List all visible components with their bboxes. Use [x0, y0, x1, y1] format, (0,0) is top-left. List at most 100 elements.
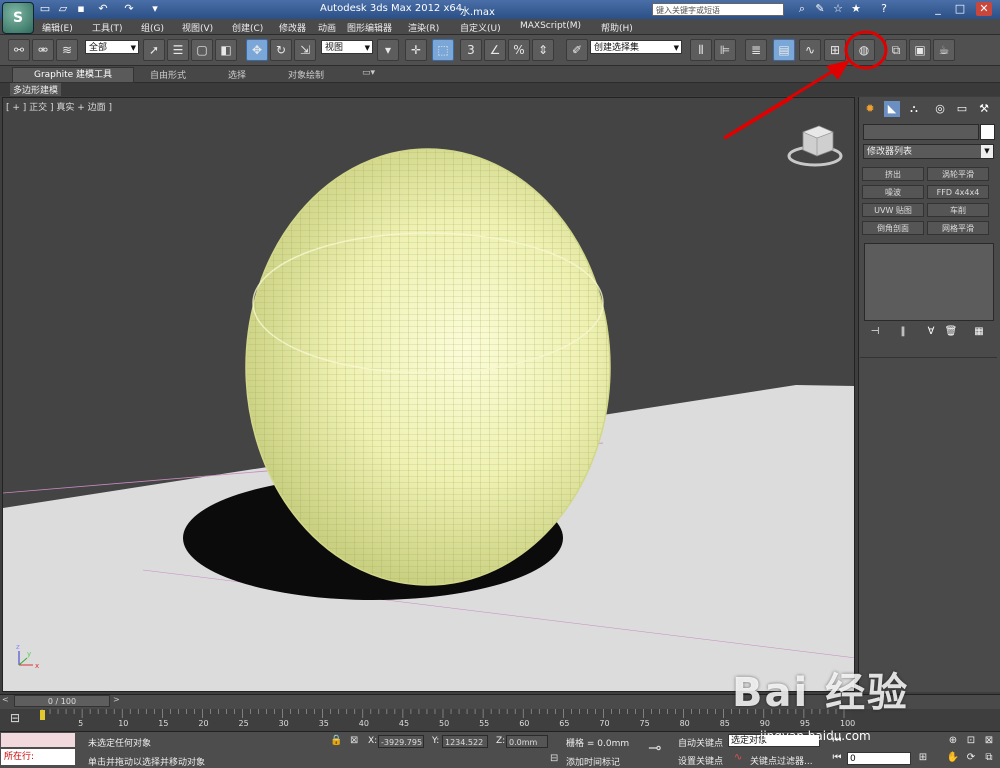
undo-icon[interactable]: ↶	[96, 2, 110, 16]
maximize-icon[interactable]: □	[952, 2, 968, 16]
help-icon[interactable]: ?	[876, 2, 892, 16]
render-production-icon[interactable]: ☕	[933, 39, 955, 61]
percent-snap-icon[interactable]: %	[508, 39, 530, 61]
ribbon-options-icon[interactable]: ▭▾	[362, 68, 375, 78]
close-icon[interactable]: ✕	[976, 2, 992, 16]
menu-group[interactable]: 组(G)	[141, 21, 164, 34]
maximize-viewport-icon[interactable]: ⧉	[982, 751, 996, 765]
pan-icon[interactable]: ✋	[946, 751, 960, 765]
select-by-name-icon[interactable]: ☰	[167, 39, 189, 61]
remove-modifier-icon[interactable]: 🗑	[944, 325, 958, 339]
link-icon[interactable]: ⚯	[8, 39, 30, 61]
utilities-tab-icon[interactable]: ⚒	[976, 101, 992, 117]
named-selection-dropdown[interactable]: 创建选择集 ▼	[590, 40, 682, 54]
edit-named-selection-icon[interactable]: ✐	[566, 39, 588, 61]
tab-selection[interactable]: 选择	[228, 68, 246, 81]
open-file-icon[interactable]: ▱	[56, 2, 70, 16]
rendered-frame-window-icon[interactable]: ▣	[909, 39, 931, 61]
show-end-result-icon[interactable]: ‖	[896, 325, 910, 339]
select-scale-icon[interactable]: ⇲	[294, 39, 316, 61]
menu-animation[interactable]: 动画	[318, 21, 336, 34]
minimize-icon[interactable]: _	[930, 2, 946, 16]
star-icon[interactable]: ☆	[830, 2, 846, 16]
spinner-snap-icon[interactable]: ⇕	[532, 39, 554, 61]
time-slider[interactable]: 0 / 100	[14, 695, 110, 707]
modifier-button-noise[interactable]: 噪波	[862, 185, 924, 199]
unlink-icon[interactable]: ⚮	[32, 39, 54, 61]
search-input[interactable]: 键入关键字或短语	[652, 3, 784, 16]
select-move-icon[interactable]: ✥	[246, 39, 268, 61]
tab-freeform[interactable]: 自由形式	[150, 68, 186, 81]
viewport-label[interactable]: [ + ] 正交 ] 真实 + 边面 ]	[6, 100, 112, 113]
menu-graph-editors[interactable]: 图形编辑器	[347, 21, 392, 34]
menu-help[interactable]: 帮助(H)	[601, 21, 633, 34]
tools-icon[interactable]: ✎	[812, 2, 828, 16]
hierarchy-tab-icon[interactable]: ⛬	[906, 101, 922, 117]
select-object-icon[interactable]: ➚	[143, 39, 165, 61]
window-crossing-icon[interactable]: ◧	[215, 39, 237, 61]
modifier-stack[interactable]	[864, 243, 994, 321]
display-tab-icon[interactable]: ▭	[954, 101, 970, 117]
add-time-tag-button[interactable]: 添加时间标记	[566, 755, 620, 768]
orbit-icon[interactable]: ⟳	[964, 751, 978, 765]
lock-selection-icon[interactable]: 🔒	[330, 735, 342, 746]
object-color-swatch[interactable]	[980, 124, 995, 140]
zoom-extents-icon[interactable]: ⊡	[964, 734, 978, 748]
selection-filter-dropdown[interactable]: 全部 ▼	[85, 40, 139, 54]
modifier-button-ffd[interactable]: FFD 4x4x4	[927, 185, 989, 199]
app-logo-icon[interactable]: S	[2, 2, 34, 34]
reference-coord-dropdown[interactable]: 视图 ▼	[321, 40, 373, 54]
set-key-icon[interactable]: ⊸	[648, 738, 661, 757]
chevron-left-icon[interactable]: <	[2, 695, 12, 707]
menu-rendering[interactable]: 渲染(R)	[408, 21, 439, 34]
redo-icon[interactable]: ↷	[122, 2, 136, 16]
menu-views[interactable]: 视图(V)	[182, 21, 213, 34]
binoculars-icon[interactable]: ⌕	[794, 2, 810, 16]
pin-stack-icon[interactable]: ⊣	[868, 325, 882, 339]
object-name-field[interactable]	[863, 124, 979, 140]
menu-modifiers[interactable]: 修改器	[279, 21, 306, 34]
menu-create[interactable]: 创建(C)	[232, 21, 263, 34]
modifier-button-lathe[interactable]: 车削	[927, 203, 989, 217]
modifier-button-turbosmooth[interactable]: 涡轮平滑	[927, 167, 989, 181]
modifier-button-uvw-map[interactable]: UVW 贴图	[862, 203, 924, 217]
chevron-right-icon[interactable]: >	[113, 695, 123, 707]
modifier-button-meshsmooth[interactable]: 网格平滑	[927, 221, 989, 235]
auto-key-button[interactable]: 自动关键点	[678, 736, 723, 749]
key-filters-button[interactable]: 关键点过滤器...	[750, 754, 813, 767]
favorites-icon[interactable]: ★	[848, 2, 864, 16]
snaps-toggle-icon[interactable]: 3	[460, 39, 482, 61]
y-coordinate-field[interactable]: 1234.522	[442, 735, 488, 748]
time-tag-icon[interactable]: ⊟	[550, 753, 558, 764]
modify-tab-icon[interactable]: ◣	[884, 101, 900, 117]
angle-snap-icon[interactable]: ∠	[484, 39, 506, 61]
tab-object-paint[interactable]: 对象绘制	[288, 68, 324, 81]
tab-polygon-modeling[interactable]: 多边形建模	[10, 83, 62, 96]
time-config-icon[interactable]: ⊞	[916, 751, 930, 765]
keyboard-shortcut-toggle-icon[interactable]: ⬚	[432, 39, 454, 61]
pivot-center-icon[interactable]: ▾	[377, 39, 399, 61]
set-key-button[interactable]: 设置关键点	[678, 754, 723, 767]
modifier-button-extrude[interactable]: 挤出	[862, 167, 924, 181]
modifier-button-bevel-profile[interactable]: 倒角剖面	[862, 221, 924, 235]
menu-tools[interactable]: 工具(T)	[92, 21, 123, 34]
maxscript-listener-top[interactable]	[1, 733, 75, 747]
maxscript-listener[interactable]: 所在行:	[1, 749, 75, 765]
make-unique-icon[interactable]: ∀	[924, 325, 938, 339]
zoom-icon[interactable]: ⊕	[946, 734, 960, 748]
rect-selection-icon[interactable]: ▢	[191, 39, 213, 61]
motion-tab-icon[interactable]: ◎	[932, 101, 948, 117]
configure-sets-icon[interactable]: ▦	[972, 325, 986, 339]
zoom-extents-all-icon[interactable]: ⊠	[982, 734, 996, 748]
create-tab-icon[interactable]: ✹	[862, 101, 878, 117]
save-file-icon[interactable]: ▪	[74, 2, 88, 16]
quick-access-dropdown-icon[interactable]: ▾	[148, 2, 162, 16]
current-frame-field[interactable]: 0	[847, 752, 911, 765]
go-to-start-frame-icon[interactable]: ⏮	[830, 751, 844, 765]
modifier-list-dropdown[interactable]: 修改器列表 ▼	[863, 144, 994, 159]
z-coordinate-field[interactable]: 0.0mm	[506, 735, 548, 748]
select-manipulate-icon[interactable]: ✛	[405, 39, 427, 61]
tab-graphite-modeling[interactable]: Graphite 建模工具	[12, 67, 134, 83]
menu-edit[interactable]: 编辑(E)	[42, 21, 73, 34]
mini-curve-editor-icon[interactable]: ⊟	[4, 711, 26, 729]
